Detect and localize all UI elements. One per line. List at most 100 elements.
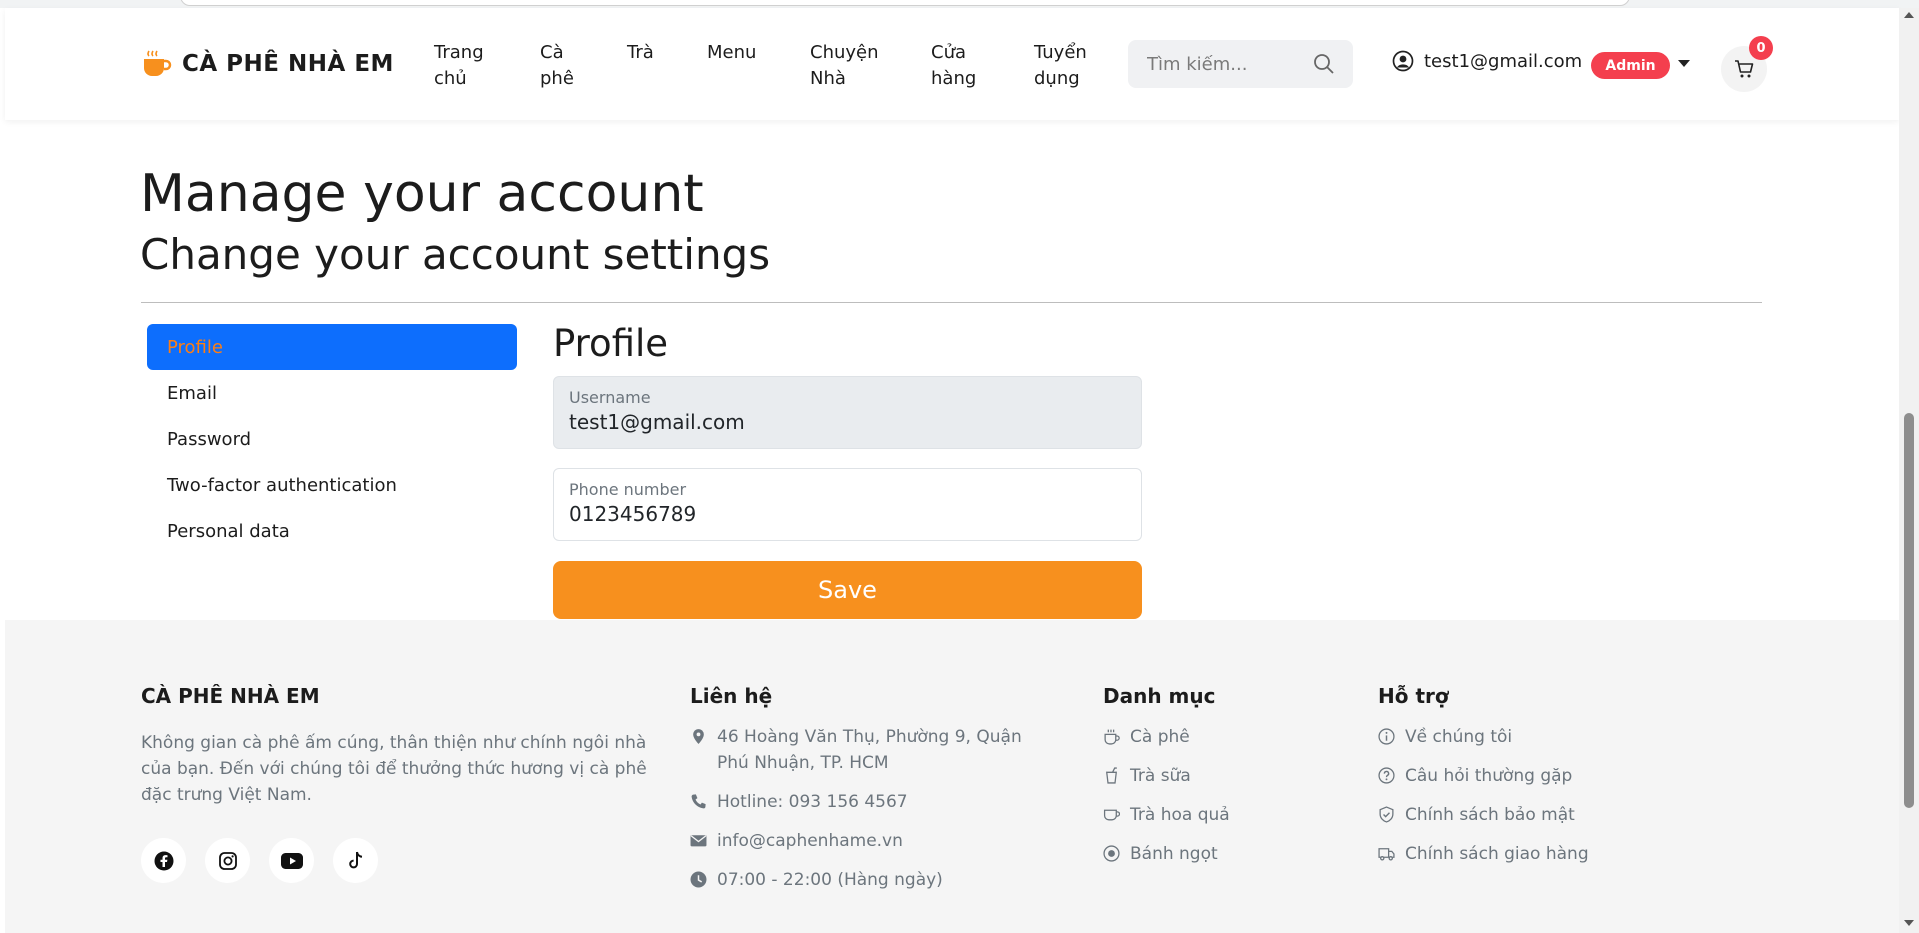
page-scrollbar[interactable] <box>1899 8 1919 933</box>
save-button[interactable]: Save <box>553 561 1142 619</box>
facebook-link[interactable] <box>141 838 186 883</box>
footer-support-title: Hỗ trợ <box>1378 684 1449 708</box>
instagram-link[interactable] <box>205 838 250 883</box>
username-value: test1@gmail.com <box>569 410 745 434</box>
shield-icon <box>1379 806 1394 823</box>
phone-value[interactable]: 0123456789 <box>569 500 1126 528</box>
sidebar-item-personal-data[interactable]: Personal data <box>147 508 517 554</box>
contact-email-text[interactable]: info@caphenhame.vn <box>717 828 903 854</box>
footer-about: CÀ PHÊ NHÀ EM Không gian cà phê ấm cúng,… <box>141 682 651 883</box>
footer-contact: Liên hệ 46 Hoàng Văn Thụ, Phường 9, Quận… <box>690 682 1030 906</box>
page-title: Manage your account <box>140 164 704 224</box>
account-sidebar: Profile Email Password Two-factor authen… <box>147 324 517 554</box>
nav-item-ca-phe[interactable]: Cà phê <box>540 40 574 92</box>
nav-item-cua-hang[interactable]: Cửa hàng <box>931 40 976 92</box>
contact-hotline[interactable]: Hotline: 093 156 4567 <box>690 789 1030 815</box>
nav-item-trang-chu[interactable]: Trang chủ <box>434 40 484 92</box>
teacup-icon <box>1103 809 1120 821</box>
info-icon <box>1378 728 1395 745</box>
nav-item-menu[interactable]: Menu <box>707 40 756 66</box>
nav-item-tra[interactable]: Trà <box>627 40 654 66</box>
sidebar-item-email[interactable]: Email <box>147 370 517 416</box>
truck-icon <box>1378 848 1395 861</box>
page-subtitle: Change your account settings <box>140 230 771 279</box>
contact-hours: 07:00 - 22:00 (Hàng ngày) <box>690 867 1030 893</box>
contact-hotline-text[interactable]: Hotline: 093 156 4567 <box>717 789 908 815</box>
sidebar-item-two-factor[interactable]: Two-factor authentication <box>147 462 517 508</box>
footer-brand-title: CÀ PHÊ NHÀ EM <box>141 684 320 708</box>
question-icon <box>1378 767 1395 784</box>
support-item[interactable]: Về chúng tôi <box>1378 724 1589 750</box>
sidebar-item-password[interactable]: Password <box>147 416 517 462</box>
coffee-cup-icon <box>144 50 172 76</box>
search-box <box>1128 40 1353 88</box>
facebook-icon <box>154 851 173 870</box>
cake-icon <box>1103 845 1120 862</box>
contact-hours-text: 07:00 - 22:00 (Hàng ngày) <box>717 870 943 890</box>
cup-straw-icon <box>1106 767 1117 784</box>
profile-title: Profile <box>553 322 669 365</box>
tiktok-link[interactable] <box>333 838 378 883</box>
support-faq[interactable]: Câu hỏi thường gặp <box>1405 763 1572 789</box>
contact-address: 46 Hoàng Văn Thụ, Phường 9, Quận Phú Nhu… <box>690 724 1030 776</box>
contact-email[interactable]: info@caphenhame.vn <box>690 828 1030 854</box>
scroll-down-icon[interactable] <box>1904 920 1914 926</box>
support-privacy[interactable]: Chính sách bảo mật <box>1405 802 1575 828</box>
nav-item-tuyen-dung[interactable]: Tuyển dụng <box>1034 40 1087 92</box>
phone-field[interactable]: Phone number 0123456789 <box>553 468 1142 541</box>
tiktok-icon <box>348 851 362 868</box>
cart-icon <box>1735 60 1754 78</box>
footer-contact-title: Liên hệ <box>690 684 773 708</box>
role-badge: Admin <box>1591 52 1670 79</box>
category-item[interactable]: Cà phê <box>1103 724 1230 750</box>
footer-categories-title: Danh mục <box>1103 684 1216 708</box>
category-banh-ngot[interactable]: Bánh ngọt <box>1130 841 1218 867</box>
clock-icon <box>690 871 707 888</box>
coffee-cup-icon <box>1104 729 1120 745</box>
chevron-down-icon[interactable] <box>1678 60 1690 67</box>
brand[interactable]: CÀ PHÊ NHÀ EM <box>140 48 394 80</box>
category-item[interactable]: Trà hoa quả <box>1103 802 1230 828</box>
category-ca-phe[interactable]: Cà phê <box>1130 724 1190 750</box>
user-circle-icon <box>1392 50 1414 72</box>
brand-name: CÀ PHÊ NHÀ EM <box>182 51 394 77</box>
divider <box>141 302 1762 303</box>
category-item[interactable]: Bánh ngọt <box>1103 841 1230 867</box>
account-header: Manage your account Change your account … <box>140 160 1763 282</box>
social-links <box>141 838 651 883</box>
category-tra-hoa-qua[interactable]: Trà hoa quả <box>1130 802 1230 828</box>
phone-icon <box>691 794 706 809</box>
sidebar-item-profile[interactable]: Profile <box>147 324 517 370</box>
nav-item-chuyen-nha[interactable]: Chuyện Nhà <box>810 40 879 92</box>
youtube-link[interactable] <box>269 838 314 883</box>
category-item[interactable]: Trà sữa <box>1103 763 1230 789</box>
support-item[interactable]: Câu hỏi thường gặp <box>1378 763 1589 789</box>
site-footer: CÀ PHÊ NHÀ EM Không gian cà phê ấm cúng,… <box>5 620 1899 933</box>
username-label: Username <box>569 388 651 407</box>
user-email: test1@gmail.com <box>1424 50 1583 72</box>
scrollbar-thumb[interactable] <box>1904 413 1914 808</box>
phone-label: Phone number <box>569 480 687 499</box>
contact-address-text: 46 Hoàng Văn Thụ, Phường 9, Quận Phú Nhu… <box>717 727 1022 773</box>
address-bar-remnant <box>180 0 1630 6</box>
site-header: CÀ PHÊ NHÀ EM Trang chủ Cà phê Trà Menu … <box>5 8 1899 120</box>
support-item[interactable]: Chính sách bảo mật <box>1378 802 1589 828</box>
support-item[interactable]: Chính sách giao hàng <box>1378 841 1589 867</box>
search-input[interactable] <box>1128 53 1298 75</box>
youtube-icon <box>280 852 303 869</box>
support-about[interactable]: Về chúng tôi <box>1405 724 1512 750</box>
footer-description: Không gian cà phê ấm cúng, thân thiện nh… <box>141 733 647 805</box>
map-pin-icon <box>693 729 704 744</box>
envelope-icon <box>690 835 707 847</box>
username-field: Username test1@gmail.com <box>553 376 1142 449</box>
search-icon[interactable] <box>1313 53 1335 75</box>
instagram-icon <box>218 851 237 870</box>
category-tra-sua[interactable]: Trà sữa <box>1130 763 1191 789</box>
cart-count-badge: 0 <box>1749 36 1773 60</box>
support-shipping[interactable]: Chính sách giao hàng <box>1405 841 1589 867</box>
footer-categories: Danh mục Cà phê Trà sữa Trà hoa quả Bánh… <box>1103 682 1230 880</box>
scroll-up-icon[interactable] <box>1904 12 1914 18</box>
user-menu[interactable]: test1@gmail.com <box>1392 50 1582 72</box>
browser-top-strip <box>0 0 1919 8</box>
footer-support: Hỗ trợ Về chúng tôi Câu hỏi thường gặp C… <box>1378 682 1589 880</box>
